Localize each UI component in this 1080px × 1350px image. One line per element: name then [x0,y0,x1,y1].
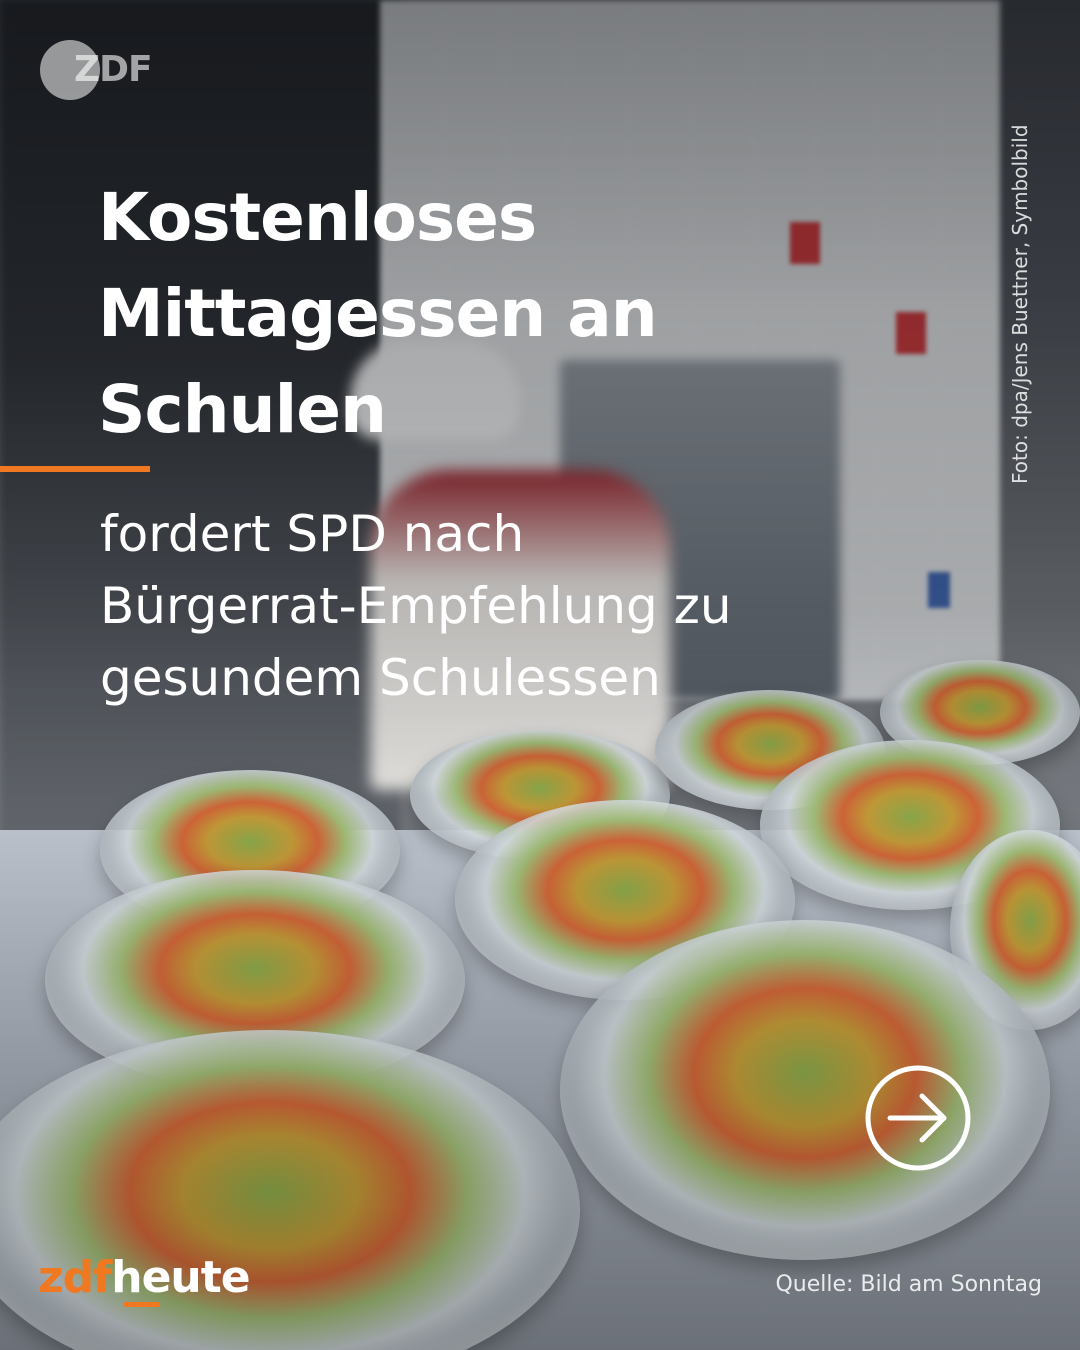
arrow-right-circle-icon [865,1065,971,1171]
next-slide-button[interactable] [864,1064,972,1172]
headline-line-3: Schulen [98,371,387,448]
headline-line-2: Mittagessen an [98,275,658,352]
subheadline-line-3: gesundem Schulessen [100,649,661,707]
zdfheute-logo: zdfheute [38,1252,251,1303]
subheadline-line-2: Bürgerrat-Empfehlung zu [100,577,732,635]
source-note: Quelle: Bild am Sonntag [775,1272,1042,1297]
brand-zdf: zdf [38,1252,112,1303]
brand-underline [124,1302,160,1307]
headline-line-1: Kostenloses [98,179,537,256]
subheadline-line-1: fordert SPD nach [100,505,525,563]
post-card: ZDF Kostenloses Mittagessen an Schulen f… [0,0,1080,1350]
accent-divider [0,466,150,472]
subheadline: fordert SPD nach Bürgerrat-Empfehlung zu… [100,498,960,714]
photo-credit: Foto: dpa/Jens Buettner, Symbolbild [1008,124,1032,484]
headline: Kostenloses Mittagessen an Schulen [98,170,818,458]
zdf-logo: ZDF [40,40,158,100]
brand-heute: heute [111,1252,250,1303]
zdf-logo-text: ZDF [74,49,153,90]
